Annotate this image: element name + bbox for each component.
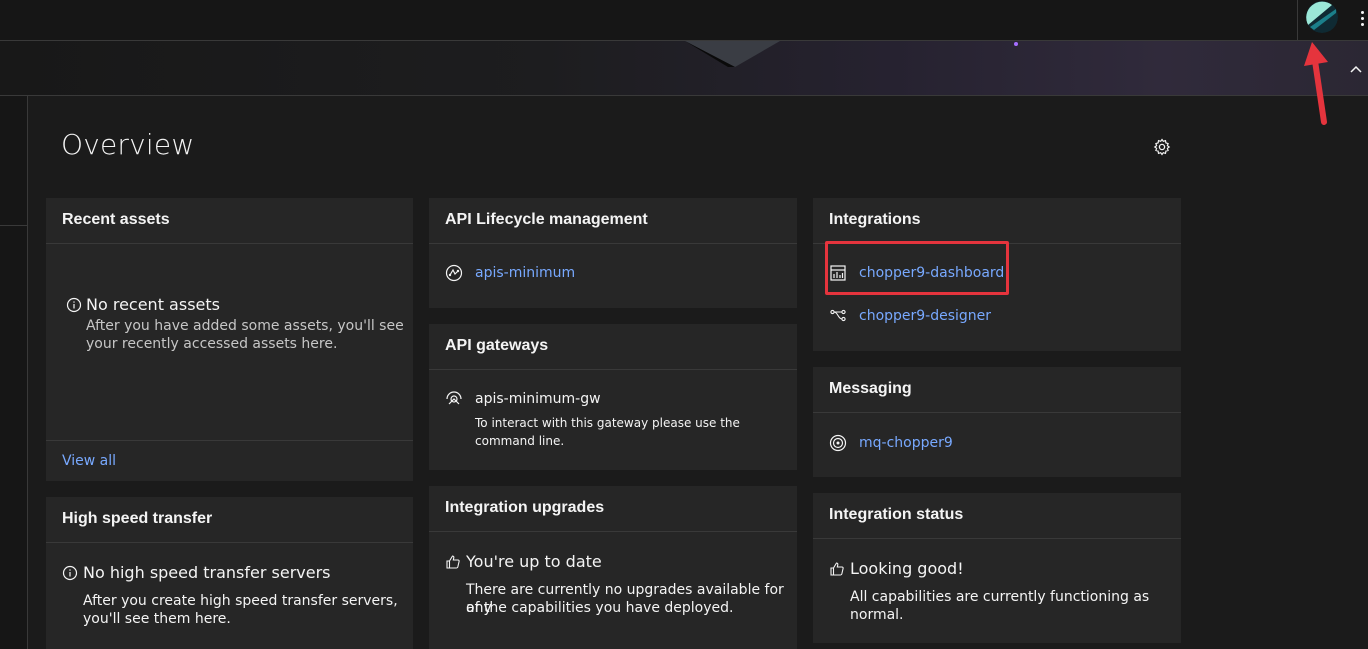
- view-all-link[interactable]: View all: [62, 453, 116, 469]
- upgrade-status-title: You're up to date: [466, 552, 602, 571]
- highlight-annotation-box: [825, 241, 1009, 295]
- tile-title: Integration status: [813, 493, 1181, 539]
- info-icon: [62, 565, 78, 580]
- tile-title: High speed transfer: [46, 497, 413, 543]
- settings-gear-icon[interactable]: [1153, 138, 1171, 156]
- annotation-arrow: [1304, 42, 1328, 125]
- tile-title: Messaging: [813, 367, 1181, 413]
- api-lifecycle-tile: API Lifecycle management apis-minimum: [429, 198, 797, 308]
- tile-title: Recent assets: [46, 198, 413, 244]
- api-list-item[interactable]: apis-minimum: [445, 264, 575, 282]
- gateway-description-line-2: command line.: [475, 434, 565, 448]
- queue-manager-icon: [829, 434, 847, 452]
- page-title: Overview: [61, 128, 195, 161]
- tile-title: API gateways: [429, 324, 797, 370]
- gateway-name: apis-minimum-gw: [475, 391, 601, 407]
- empty-state-title: No recent assets: [86, 295, 220, 314]
- integration-link[interactable]: chopper9-designer: [859, 308, 991, 324]
- api-link[interactable]: apis-minimum: [475, 265, 575, 281]
- tile-title: Integrations: [813, 198, 1181, 244]
- empty-state-line-2: your recently accessed assets here.: [86, 336, 338, 352]
- flow-icon: [830, 309, 846, 322]
- left-panel-divider: [0, 225, 27, 226]
- chevron-up-icon[interactable]: [1349, 63, 1363, 77]
- overflow-menu-icon[interactable]: [1355, 8, 1368, 32]
- integration-status-tile: Integration status Looking good! All cap…: [813, 493, 1181, 643]
- api-icon: [445, 264, 463, 282]
- integration-list-item[interactable]: chopper9-designer: [829, 307, 991, 325]
- messaging-list-item[interactable]: mq-chopper9: [829, 434, 953, 452]
- tile-title: Integration upgrades: [429, 486, 797, 532]
- empty-state-line-1: After you create high speed transfer ser…: [83, 593, 398, 609]
- tile-divider: [46, 440, 413, 441]
- thumbs-up-icon: [830, 561, 844, 576]
- banner-artwork: [685, 41, 1018, 67]
- top-header-bar: [0, 0, 1368, 41]
- empty-state-line-1: After you have added some assets, you'll…: [86, 318, 404, 334]
- integration-status-title: Looking good!: [850, 559, 964, 578]
- left-side-panel: [0, 96, 28, 649]
- api-gateways-tile: API gateways apis-minimum-gw To interact…: [429, 324, 797, 470]
- integration-upgrades-tile: Integration upgrades You're up to date T…: [429, 486, 797, 649]
- thumbs-up-icon: [446, 554, 460, 569]
- tile-title: API Lifecycle management: [429, 198, 797, 244]
- integration-status-line-1: All capabilities are currently functioni…: [850, 589, 1150, 605]
- gateway-description-line-1: To interact with this gateway please use…: [475, 416, 740, 430]
- hero-banner: [0, 41, 1368, 96]
- recent-assets-tile: Recent assets No recent assets After you…: [46, 198, 413, 481]
- integration-status-line-2: normal.: [850, 607, 904, 623]
- gateway-icon: [446, 391, 462, 405]
- gateway-list-item: apis-minimum-gw: [445, 390, 601, 408]
- upgrade-status-line-2: of the capabilities you have deployed.: [466, 600, 734, 616]
- high-speed-transfer-tile: High speed transfer No high speed transf…: [46, 497, 413, 649]
- app-logo-icon[interactable]: [1306, 1, 1338, 33]
- messaging-link[interactable]: mq-chopper9: [859, 435, 953, 451]
- empty-state-title: No high speed transfer servers: [83, 563, 331, 582]
- empty-state-line-2: you'll see them here.: [83, 611, 231, 627]
- messaging-tile: Messaging mq-chopper9: [813, 367, 1181, 477]
- header-divider: [1297, 0, 1298, 40]
- info-icon: [66, 297, 82, 312]
